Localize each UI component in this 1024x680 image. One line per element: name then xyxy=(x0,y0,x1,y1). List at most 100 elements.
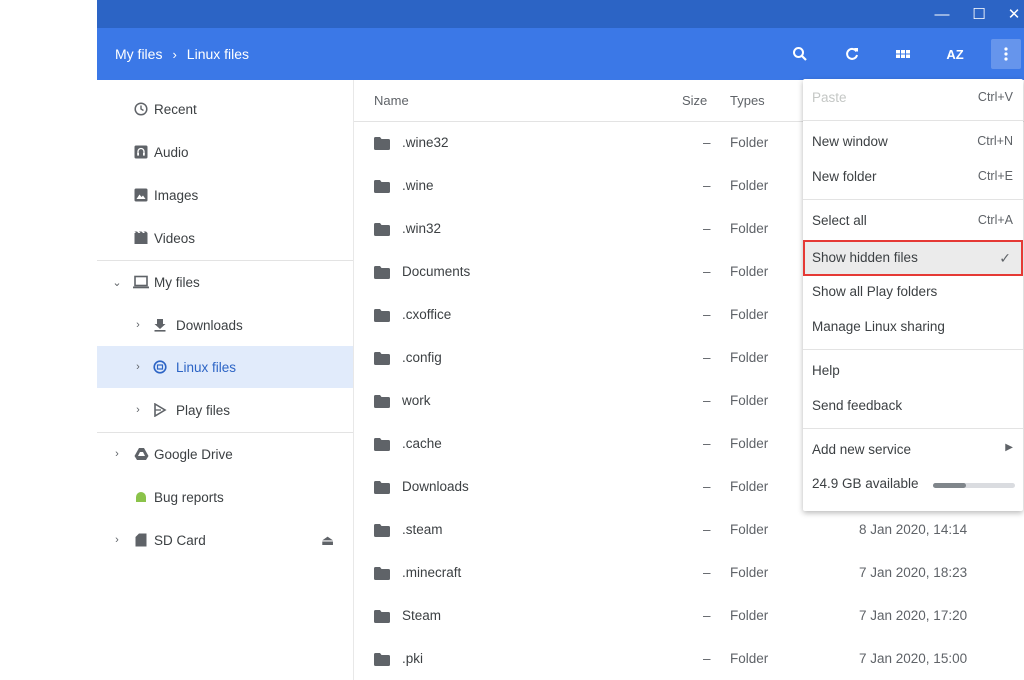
file-type: Folder xyxy=(730,264,769,279)
audio-icon xyxy=(133,144,149,160)
file-type: Folder xyxy=(730,436,769,451)
file-type: Folder xyxy=(730,651,769,666)
sidebar-item-sd-card[interactable]: › SD Card ⏏ xyxy=(97,519,353,561)
sidebar-item-bug-reports[interactable]: Bug reports xyxy=(97,476,353,518)
sidebar-item-images[interactable]: Images xyxy=(97,174,353,216)
checkmark-icon: ✓ xyxy=(999,250,1011,266)
file-type: Folder xyxy=(730,393,769,408)
grid-view-icon xyxy=(896,50,910,58)
download-icon xyxy=(152,317,168,333)
breadcrumb-separator: › xyxy=(172,46,177,62)
chevron-down-icon[interactable]: ⌄ xyxy=(111,276,123,289)
sidebar-item-label: Google Drive xyxy=(154,446,233,462)
refresh-icon xyxy=(846,47,858,60)
files-app-window: — ☐ ✕ My files › Linux files AZ Recent A… xyxy=(97,0,1024,680)
sidebar-item-label: Audio xyxy=(154,144,189,160)
table-row[interactable]: .minecraft – Folder 7 Jan 2020, 18:23 xyxy=(354,552,1024,595)
eject-icon[interactable]: ⏏ xyxy=(321,532,334,549)
menu-item-label: Show all Play folders xyxy=(812,284,938,299)
sidebar-item-videos[interactable]: Videos xyxy=(97,217,353,259)
file-size: – xyxy=(703,393,711,408)
menu-divider xyxy=(803,120,1023,121)
storage-usage-bar xyxy=(933,483,1015,488)
maximize-icon: ☐ xyxy=(972,6,986,23)
refresh-button[interactable] xyxy=(837,39,867,69)
file-type: Folder xyxy=(730,307,769,322)
file-type: Folder xyxy=(730,221,769,236)
column-header-name[interactable]: Name xyxy=(374,93,409,108)
shortcut-text: Ctrl+V xyxy=(977,90,1013,104)
folder-icon xyxy=(374,352,390,365)
maximize-button[interactable]: ☐ xyxy=(963,0,995,28)
menu-item-add-new-service[interactable]: Add new service ▶ xyxy=(803,433,1023,467)
grid-view-button[interactable] xyxy=(888,39,918,69)
search-button[interactable] xyxy=(785,39,815,69)
file-name: Steam xyxy=(402,608,442,623)
file-name: .wine32 xyxy=(402,135,449,150)
sidebar-item-google-drive[interactable]: › Google Drive xyxy=(97,433,353,475)
sort-icon: AZ xyxy=(946,46,964,62)
minimize-button[interactable]: — xyxy=(926,0,958,28)
breadcrumb-my-files[interactable]: My files xyxy=(115,46,162,62)
folder-icon xyxy=(374,524,390,537)
shortcut-text: Ctrl+A xyxy=(977,213,1013,227)
table-row[interactable]: Steam – Folder 7 Jan 2020, 17:20 xyxy=(354,595,1024,638)
file-date: 7 Jan 2020, 15:00 xyxy=(859,651,968,666)
file-type: Folder xyxy=(730,608,769,623)
menu-divider xyxy=(803,349,1023,350)
table-row[interactable]: .pki – Folder 7 Jan 2020, 15:00 xyxy=(354,638,1024,680)
file-name: .config xyxy=(402,350,442,365)
file-type: Folder xyxy=(730,135,769,150)
sidebar-item-audio[interactable]: Audio xyxy=(97,131,353,173)
breadcrumb-linux-files[interactable]: Linux files xyxy=(187,46,249,62)
more-actions-button[interactable] xyxy=(991,39,1021,69)
menu-item-send-feedback[interactable]: Send feedback xyxy=(803,389,1023,423)
file-size: – xyxy=(703,350,711,365)
menu-item-label: New folder xyxy=(812,169,877,184)
video-icon xyxy=(133,230,149,246)
menu-item-select-all[interactable]: Select all Ctrl+A xyxy=(803,204,1023,238)
file-type: Folder xyxy=(730,350,769,365)
chevron-right-icon[interactable]: › xyxy=(132,319,144,331)
folder-icon xyxy=(374,137,390,150)
close-window-button[interactable]: ✕ xyxy=(998,0,1024,28)
sidebar-item-label: Bug reports xyxy=(154,489,224,505)
chevron-right-icon[interactable]: › xyxy=(111,534,123,546)
menu-item-label: Help xyxy=(812,363,840,378)
clock-icon xyxy=(133,101,149,117)
sidebar-item-label: Downloads xyxy=(176,317,243,333)
file-size: – xyxy=(703,264,711,279)
file-size: – xyxy=(703,135,711,150)
menu-item-new-folder[interactable]: New folder Ctrl+E xyxy=(803,160,1023,194)
menu-item-new-window[interactable]: New window Ctrl+N xyxy=(803,125,1023,159)
menu-item-manage-linux-sharing[interactable]: Manage Linux sharing xyxy=(803,310,1023,344)
sidebar-item-recent[interactable]: Recent xyxy=(97,88,353,130)
sidebar: Recent Audio Images Videos ⌄ My files › … xyxy=(97,80,353,680)
android-icon xyxy=(133,489,149,505)
menu-item-label: Send feedback xyxy=(812,398,903,413)
menu-item-help[interactable]: Help xyxy=(803,354,1023,388)
chevron-right-icon[interactable]: › xyxy=(132,404,144,416)
menu-item-show-play-folders[interactable]: Show all Play folders xyxy=(803,275,1023,309)
file-name: Documents xyxy=(402,264,471,279)
file-size: – xyxy=(703,565,711,580)
chevron-right-icon[interactable]: › xyxy=(132,361,144,373)
folder-icon xyxy=(374,309,390,322)
menu-item-paste[interactable]: Paste Ctrl+V xyxy=(803,81,1023,115)
column-header-type[interactable]: Types xyxy=(730,93,765,108)
menu-item-show-hidden-files[interactable]: Show hidden files ✓ xyxy=(803,240,1023,276)
file-date: 7 Jan 2020, 17:20 xyxy=(859,608,968,623)
file-type: Folder xyxy=(730,479,769,494)
file-size: – xyxy=(703,608,711,623)
sidebar-item-my-files[interactable]: ⌄ My files xyxy=(97,261,353,303)
folder-icon xyxy=(374,481,390,494)
sidebar-item-downloads[interactable]: › Downloads xyxy=(97,304,353,346)
sidebar-item-linux-files[interactable]: › Linux files xyxy=(97,346,353,388)
play-icon xyxy=(152,402,168,418)
table-row[interactable]: .steam – Folder 8 Jan 2020, 14:14 xyxy=(354,509,1024,552)
sidebar-item-play-files[interactable]: › Play files xyxy=(97,389,353,431)
sort-button[interactable]: AZ xyxy=(940,39,970,69)
chevron-right-icon[interactable]: › xyxy=(111,448,123,460)
column-header-size[interactable]: Size xyxy=(682,93,707,108)
file-size: – xyxy=(703,651,711,666)
